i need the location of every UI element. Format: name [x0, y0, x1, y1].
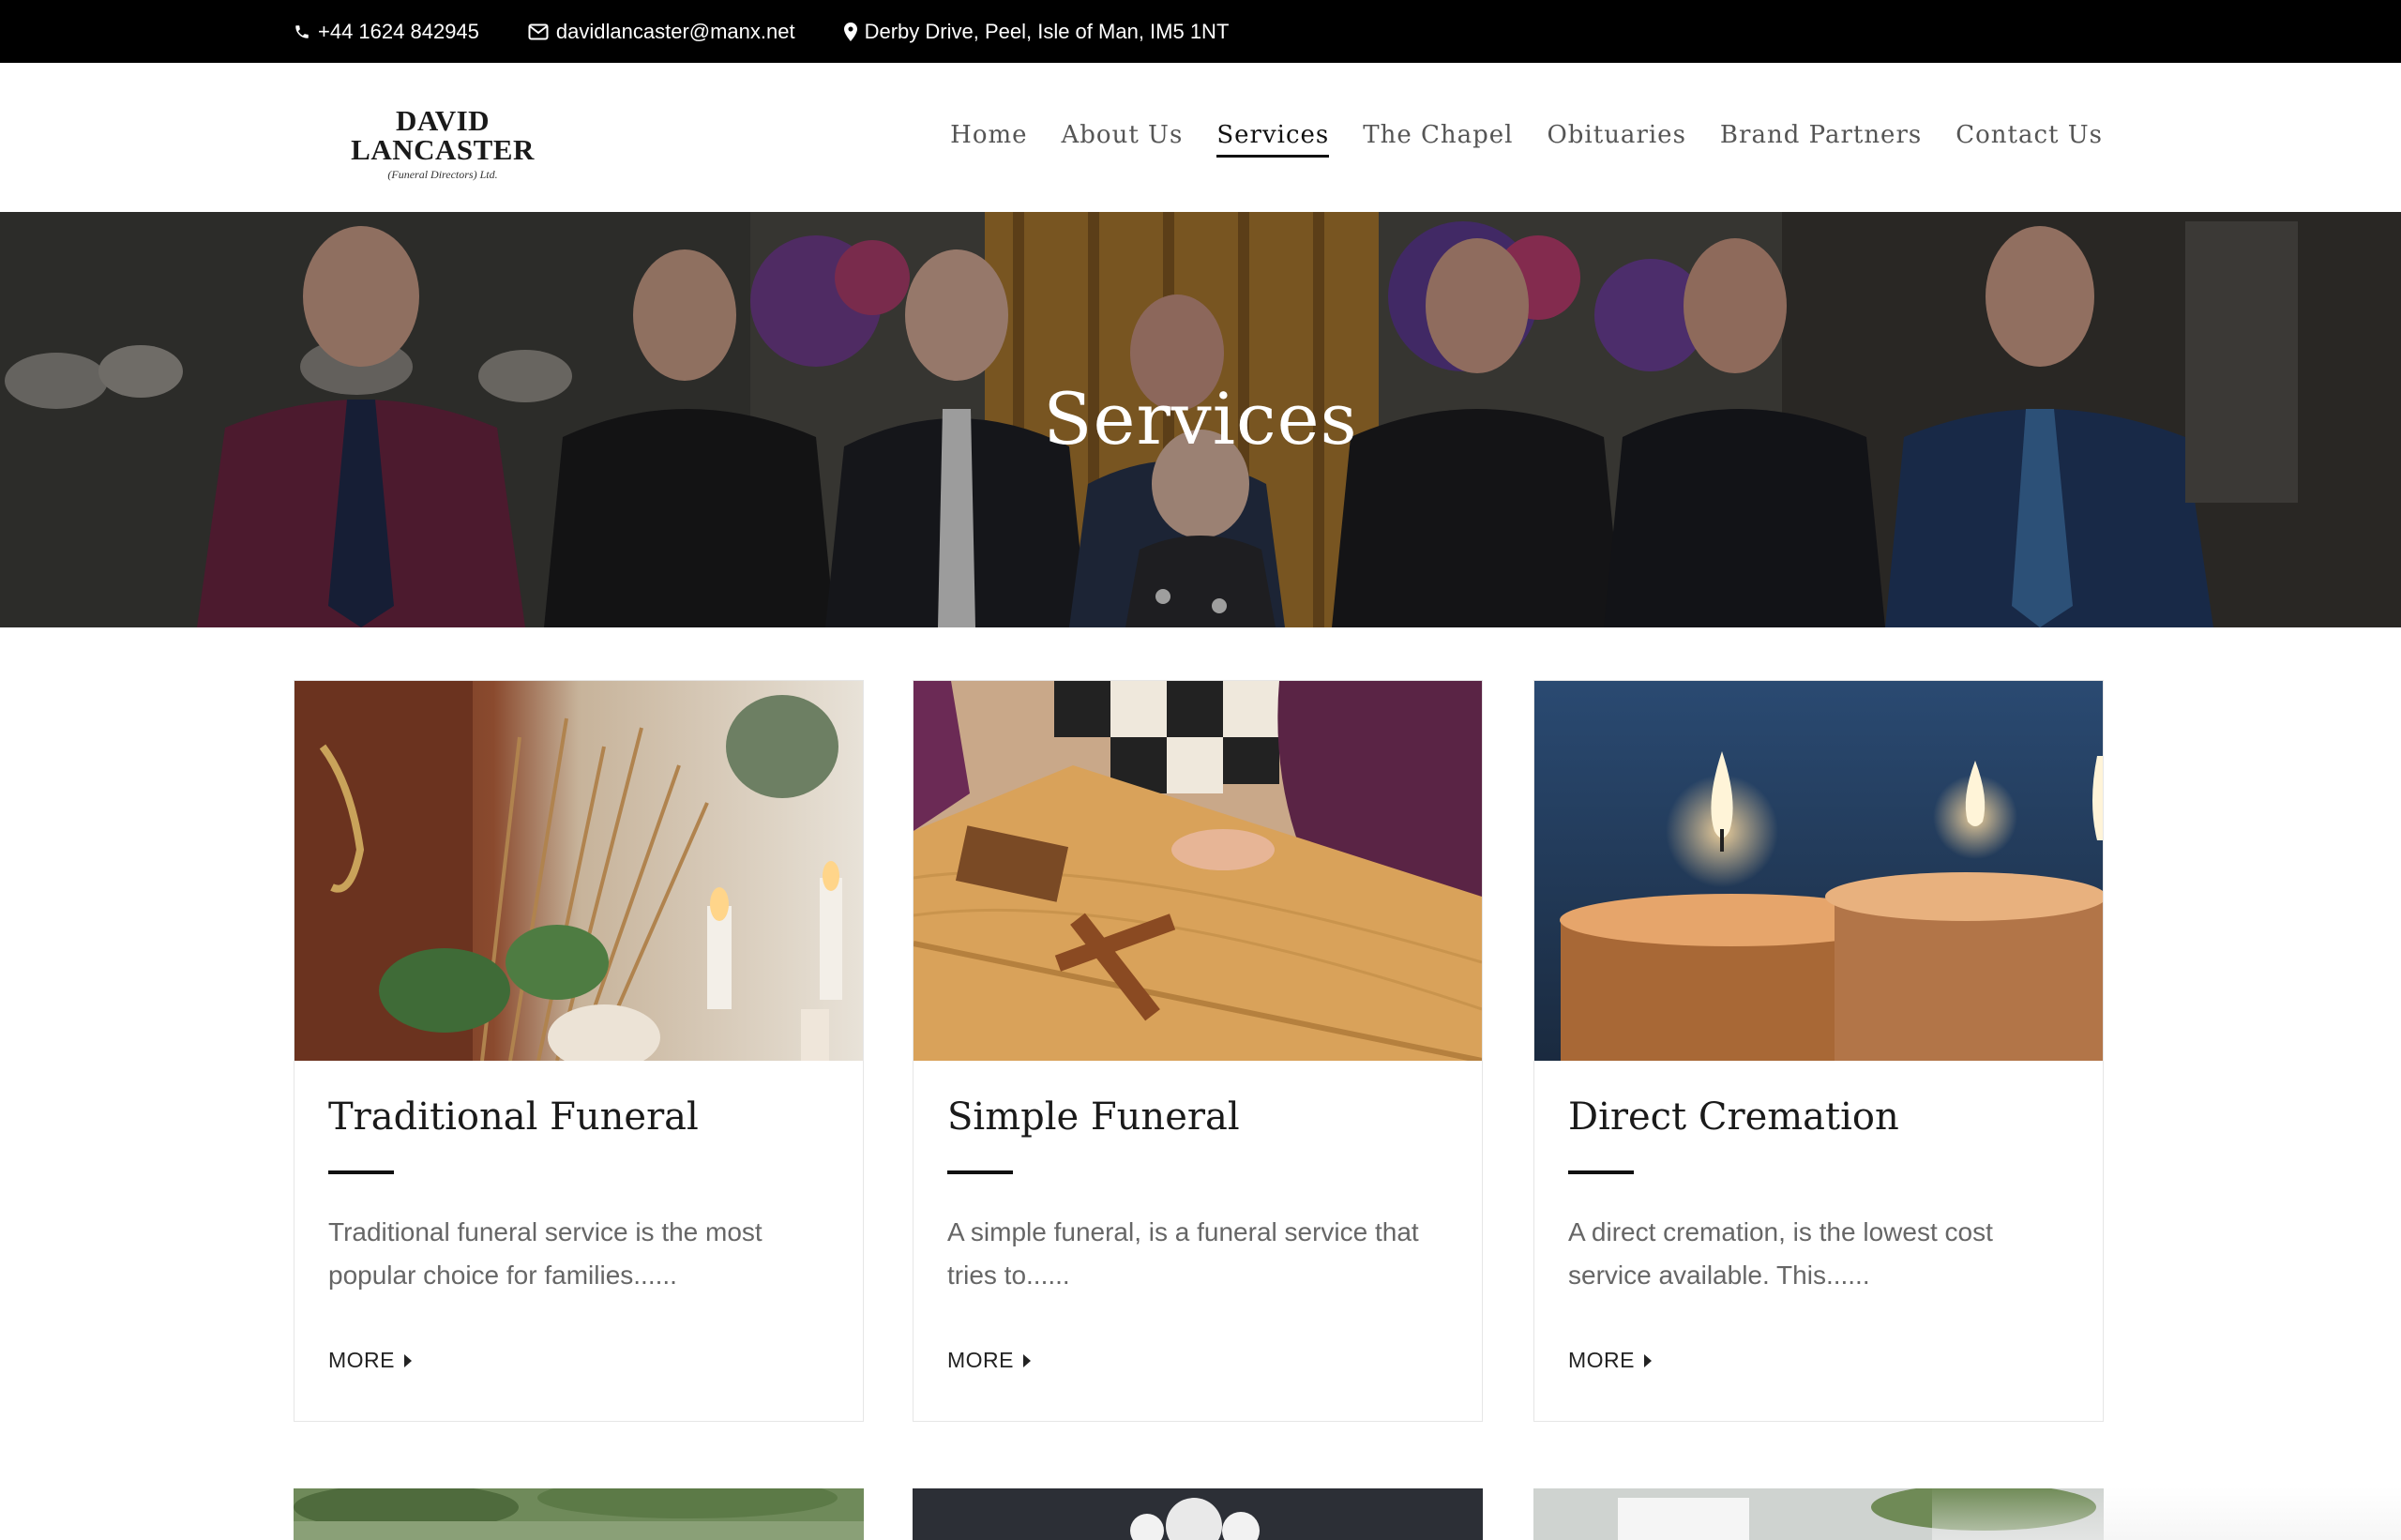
nav-home[interactable]: Home — [950, 121, 1027, 158]
more-label: MORE — [328, 1348, 395, 1372]
nav-obituaries[interactable]: Obituaries — [1547, 121, 1685, 158]
nav-contact-us[interactable]: Contact Us — [1956, 121, 2103, 158]
service-card-traditional-funeral[interactable]: Traditional Funeral Traditional funeral … — [294, 680, 864, 1422]
more-link[interactable]: MORE — [1568, 1348, 1652, 1373]
caret-right-icon — [1644, 1348, 1652, 1373]
phone-icon — [294, 23, 310, 40]
hero-title: Services — [1043, 377, 1358, 460]
card-description: A direct cremation, is the lowest cost s… — [1568, 1217, 1993, 1290]
contact-address[interactable]: Derby Drive, Peel, Isle of Man, IM5 1NT — [843, 19, 1230, 44]
nav-brand-partners[interactable]: Brand Partners — [1720, 121, 1922, 158]
traditional-funeral-image — [294, 681, 863, 1061]
caret-right-icon — [1023, 1348, 1031, 1373]
card-title: Simple Funeral — [947, 1095, 1240, 1139]
envelope-icon — [528, 23, 549, 40]
title-divider — [328, 1170, 394, 1174]
contact-email[interactable]: davidlancaster@manx.net — [528, 20, 795, 44]
phone-text: +44 1624 842945 — [318, 19, 479, 43]
site-logo[interactable]: DAVID LANCASTER (Funeral Directors) Ltd. — [302, 106, 583, 182]
next-card-image-peek — [913, 1488, 1483, 1540]
map-marker-icon — [843, 22, 857, 41]
email-text: davidlancaster@manx.net — [555, 19, 795, 43]
hero-banner: Services — [0, 212, 2401, 627]
main-nav: Home About Us Services The Chapel Obitua… — [950, 121, 2103, 158]
top-contact-bar: +44 1624 842945 davidlancaster@manx.net … — [0, 0, 2401, 63]
site-header: DAVID LANCASTER (Funeral Directors) Ltd.… — [0, 63, 2401, 212]
address-text: Derby Drive, Peel, Isle of Man, IM5 1NT — [864, 19, 1230, 43]
contact-list: +44 1624 842945 davidlancaster@manx.net … — [294, 0, 1229, 63]
contact-phone[interactable]: +44 1624 842945 — [294, 20, 479, 44]
next-card-image-peek — [294, 1488, 864, 1540]
title-divider — [947, 1170, 1013, 1174]
more-label: MORE — [947, 1348, 1014, 1372]
more-label: MORE — [1568, 1348, 1635, 1372]
nav-the-chapel[interactable]: The Chapel — [1363, 121, 1513, 158]
card-title: Direct Cremation — [1568, 1095, 1899, 1139]
card-title: Traditional Funeral — [328, 1095, 699, 1139]
nav-services[interactable]: Services — [1216, 121, 1330, 158]
service-card-simple-funeral[interactable]: Simple Funeral A simple funeral, is a fu… — [913, 680, 1483, 1422]
card-description: Traditional funeral service is the most … — [328, 1217, 763, 1290]
direct-cremation-image — [1534, 681, 2103, 1061]
card-description: A simple funeral, is a funeral service t… — [947, 1217, 1419, 1290]
title-divider — [1568, 1170, 1634, 1174]
more-link[interactable]: MORE — [947, 1348, 1031, 1373]
more-link[interactable]: MORE — [328, 1348, 412, 1373]
nav-about-us[interactable]: About Us — [1062, 121, 1184, 158]
logo-name: DAVID LANCASTER — [351, 104, 535, 166]
service-card-direct-cremation[interactable]: Direct Cremation A direct cremation, is … — [1533, 680, 2104, 1422]
logo-subtitle: (Funeral Directors) Ltd. — [387, 168, 498, 181]
next-card-image-peek — [1533, 1488, 2104, 1540]
caret-right-icon — [404, 1348, 412, 1373]
simple-funeral-image — [914, 681, 1482, 1061]
